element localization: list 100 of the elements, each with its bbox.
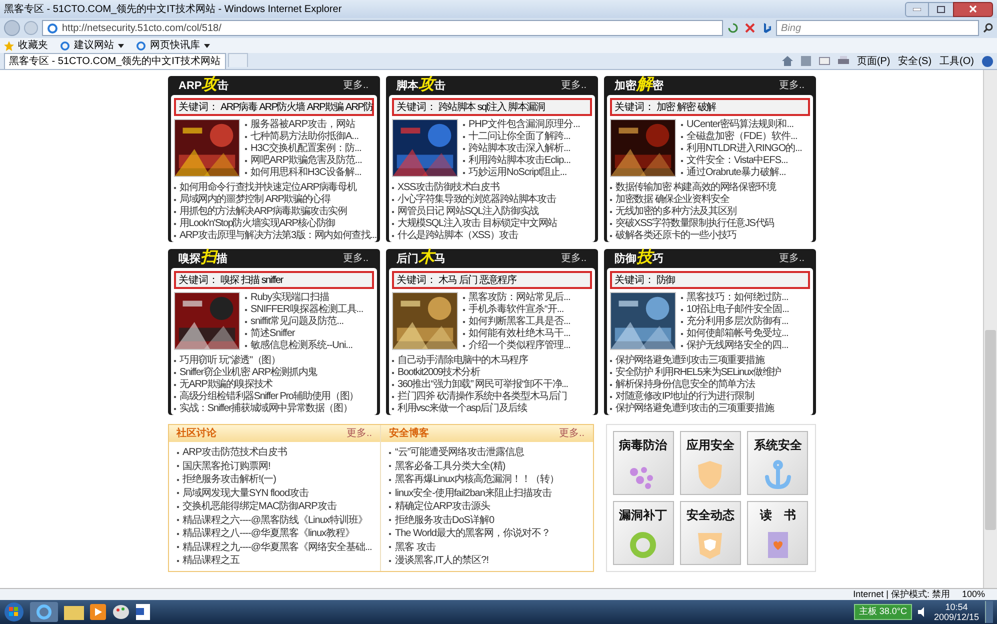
article-link[interactable]: 保护无线网络安全的四...: [686, 340, 788, 352]
keyword-link[interactable]: 脚本漏洞: [508, 100, 545, 114]
article-link[interactable]: 如何判断黑客工具是否...: [468, 316, 570, 328]
article-link[interactable]: 10招让电子邮件安全固...: [686, 304, 789, 316]
article-link[interactable]: 拒绝服务攻击DoS详解0: [395, 514, 494, 527]
article-link[interactable]: 网管员日记 网站SQL注入防御实战: [398, 206, 538, 218]
scrollbar[interactable]: [983, 70, 997, 588]
article-link[interactable]: ARP攻击防范技术白皮书: [182, 446, 288, 460]
palette-icon[interactable]: [112, 604, 130, 620]
article-link[interactable]: ARP攻击原理与解决方法第3版：网内如何查找...: [180, 230, 376, 242]
article-link[interactable]: 加密数据 确保企业资料安全: [616, 194, 730, 206]
article-link[interactable]: 局域网内的噩梦控制 ARP欺骗的心得: [180, 194, 330, 206]
keyword-link[interactable]: sql注入: [477, 100, 506, 114]
article-link[interactable]: 网吧ARP欺骗危害及防范...: [250, 155, 362, 167]
article-link[interactable]: 如何用思科和H3C设备解...: [250, 167, 362, 179]
article-link[interactable]: 漫谈黑客,IT人的禁区?!: [395, 554, 489, 568]
more-link[interactable]: 更多..: [778, 251, 804, 266]
article-link[interactable]: 局域网发现大量SYN flood攻击: [182, 486, 309, 500]
article-link[interactable]: 拦门四斧 砍清操作系统中各类型木马后门: [398, 391, 567, 403]
article-link[interactable]: 大规模SQL注入攻击 目标锁定中文网站: [398, 218, 557, 230]
article-link[interactable]: 巧用窃听 玩"渗透"（图）: [180, 355, 280, 367]
keyword-link[interactable]: 破解: [697, 100, 716, 114]
show-desktop-button[interactable]: [985, 601, 993, 623]
start-orb-icon[interactable]: [4, 602, 24, 622]
favorites-link[interactable]: 网页快讯库: [150, 38, 200, 53]
ie-icon[interactable]: [30, 602, 58, 622]
keyword-link[interactable]: 跨站脚本: [438, 100, 476, 114]
article-link[interactable]: 保护网络避免遭到攻击三项重要措施: [616, 355, 764, 367]
keyword-link[interactable]: 加密: [656, 100, 675, 114]
command-menu[interactable]: 工具(O): [940, 54, 974, 68]
more-link[interactable]: 更多..: [560, 78, 586, 93]
address-field[interactable]: http://netsecurity.51cto.com/col/518/: [42, 20, 723, 36]
document-icon[interactable]: [136, 604, 150, 620]
favorites-button[interactable]: 收藏夹: [18, 38, 48, 53]
category-tile[interactable]: 系统安全: [747, 431, 808, 495]
keyword-link[interactable]: 木马: [438, 272, 457, 288]
article-link[interactable]: 黑客必备工具分类大全(精): [395, 460, 506, 473]
article-link[interactable]: 无ARP欺骗的嗅探技术: [180, 379, 272, 391]
article-link[interactable]: “云”可能遭受网络攻击泄露信息: [395, 446, 524, 460]
article-link[interactable]: 精品课程之五: [182, 554, 240, 568]
article-link[interactable]: 手机杀毒软件宣杀“开...: [468, 304, 564, 316]
article-link[interactable]: 利用NTLDR进入RINGO的...: [686, 143, 802, 155]
article-link[interactable]: 360推出“强力卸载” 网民可举报“卸不干净...: [398, 379, 568, 391]
article-link[interactable]: 拒绝服务攻击解析!(一): [182, 473, 276, 486]
article-link[interactable]: 七种简易方法助你抵御A...: [250, 131, 359, 143]
article-link[interactable]: 如何用命令行查找并快速定位ARP病毒母机: [180, 182, 356, 194]
article-link[interactable]: 数据传输加密 构建高效的网络保密环境: [616, 182, 776, 194]
article-link[interactable]: 黑客 攻击: [395, 540, 436, 554]
more-link[interactable]: 更多..: [346, 426, 372, 441]
keyword-link[interactable]: 防御: [656, 272, 675, 288]
keyword-link[interactable]: sniffer: [261, 272, 283, 288]
search-field[interactable]: Bing: [776, 20, 979, 36]
article-link[interactable]: H3C交换机配置案例：防...: [250, 143, 362, 155]
article-link[interactable]: 对随意修改IP地址的行为进行限制: [616, 391, 754, 403]
article-link[interactable]: 黑客技巧：如何绕过防...: [686, 292, 788, 304]
article-link[interactable]: 国庆黑客抢订购票网!: [182, 460, 270, 473]
maximize-button[interactable]: [929, 2, 953, 16]
article-link[interactable]: 巧妙运用NoScript阻止...: [468, 167, 567, 179]
back-button[interactable]: [4, 20, 20, 36]
article-link[interactable]: 安全防护 利用RHEL5来为SELinux做维护: [616, 367, 781, 379]
minimize-button[interactable]: [905, 2, 929, 16]
article-link[interactable]: XSS攻击防御技术白皮书: [398, 182, 500, 194]
article-link[interactable]: UCenter密码算法规则和...: [686, 119, 794, 131]
article-link[interactable]: 小心字符集导致的浏览器跨站脚本攻击: [398, 194, 556, 206]
article-link[interactable]: 精品课程之九----@华夏黑客《网络安全基础...: [182, 540, 372, 554]
forward-button[interactable]: [24, 21, 38, 35]
more-link[interactable]: 更多..: [558, 426, 584, 441]
article-link[interactable]: 黑客再爆Linux内核高危漏洞！！（转）: [395, 473, 559, 486]
keyword-link[interactable]: 扫描: [240, 272, 260, 288]
article-link[interactable]: 黑客攻防：网站常见后...: [468, 292, 570, 304]
article-link[interactable]: 交换机恶能得绑定MAC防御ARP攻击: [182, 500, 336, 514]
article-link[interactable]: 如何能有效杜绝木马干...: [468, 328, 570, 340]
category-tile[interactable]: 安全动态: [680, 501, 742, 565]
article-link[interactable]: 利用vsc来做一个asp后门及后续: [398, 403, 527, 415]
article-link[interactable]: linux安全-使用fail2ban来阻止扫描攻击: [395, 486, 552, 500]
command-menu[interactable]: 安全(S): [898, 54, 932, 68]
category-tile[interactable]: 病毒防治: [612, 431, 674, 495]
article-link[interactable]: 跨站脚本攻击深入解析...: [468, 143, 570, 155]
article-link[interactable]: 精品课程之八----@华夏黑客《linux教程》: [182, 527, 355, 540]
article-link[interactable]: 充分利用多层次防御有...: [686, 316, 788, 328]
article-link[interactable]: 十二问让你全面了解跨...: [468, 131, 570, 143]
article-link[interactable]: 全磁盘加密（FDE）软件...: [686, 131, 798, 143]
article-link[interactable]: 敏感信息检测系统--Uni...: [250, 340, 352, 352]
article-link[interactable]: 实战：Sniffer捕获城域网中异常数据（图）: [180, 403, 352, 415]
keyword-link[interactable]: ARP病毒: [220, 100, 258, 114]
article-link[interactable]: 服务器被ARP攻击，网站: [250, 119, 356, 131]
article-link[interactable]: 文件安全：Vista中EFS...: [686, 155, 788, 167]
article-link[interactable]: 利用跨站脚本攻击Eclip...: [468, 155, 571, 167]
category-tile[interactable]: 读 书: [747, 501, 808, 565]
article-link[interactable]: Ruby实现端口扫描: [250, 292, 329, 304]
category-tile[interactable]: 漏洞补丁: [612, 501, 674, 565]
article-link[interactable]: The World最大的黑客网，你说对不？: [395, 527, 550, 540]
command-menu[interactable]: 页面(P): [856, 54, 890, 68]
more-link[interactable]: 更多..: [560, 251, 586, 266]
article-link[interactable]: 通过Orabrute暴力破解...: [686, 167, 786, 179]
more-link[interactable]: 更多..: [342, 78, 368, 93]
scrollbar-thumb[interactable]: [985, 330, 996, 530]
article-link[interactable]: 无线加密的多种方法及其区别: [616, 206, 736, 218]
article-link[interactable]: Bootkit2009技术分析: [398, 367, 480, 379]
article-link[interactable]: 什么是跨站脚本（XSS）攻击: [398, 230, 518, 242]
